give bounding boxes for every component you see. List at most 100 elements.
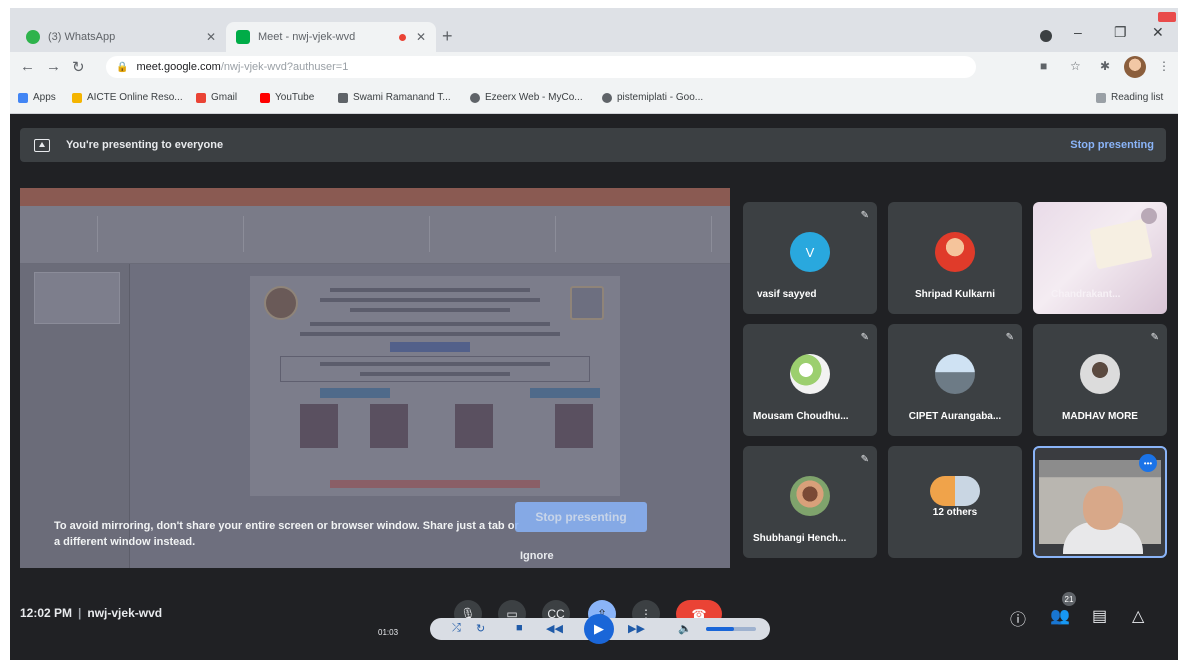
participant-tile[interactable]: Chandrakant... [1033, 202, 1167, 314]
tab-meet[interactable]: Meet - nwj-vjek-wvd ✕ [226, 22, 436, 52]
shuffle-icon[interactable]: ⤮ [452, 622, 461, 635]
bookmark-pistemiplati[interactable]: pistemiplati - Goo... [602, 92, 703, 103]
partner-logo [570, 286, 604, 320]
speaking-indicator-icon [1141, 208, 1157, 224]
others-tile[interactable]: 12 others [888, 446, 1022, 558]
fast-forward-icon[interactable]: ▶▶ [628, 622, 645, 635]
mic-off-icon: ✎ [860, 332, 869, 343]
forward-icon[interactable]: → [46, 58, 61, 75]
tab-label: (3) WhatsApp [48, 31, 116, 43]
menu-icon[interactable]: ⋮ [1158, 59, 1170, 73]
meeting-code: nwj-vjek-wvd [87, 606, 163, 620]
participant-tile[interactable]: Shripad Kulkarni [888, 202, 1022, 314]
avatar [935, 232, 975, 272]
globe-icon [470, 92, 480, 103]
bookmarks-bar: Apps AICTE Online Reso... Gmail YouTube … [10, 82, 1178, 114]
reading-list-button[interactable]: Reading list [1096, 92, 1163, 103]
avatar [1080, 354, 1120, 394]
stop-presenting-button[interactable]: Stop presenting [515, 502, 647, 532]
people-icon[interactable]: 👥 [1050, 606, 1070, 626]
bookmark-label: pistemiplati - Goo... [617, 92, 704, 103]
url-host: meet.google.com [136, 61, 221, 73]
bookmark-label: Swami Ramanand T... [353, 92, 451, 103]
participant-name: vasif sayyed [757, 289, 817, 300]
bookmark-label: Apps [33, 92, 56, 103]
url-path: /nwj-vjek-wvd?authuser=1 [220, 61, 349, 73]
participant-tile[interactable]: ✎ Mousam Choudhu... [743, 324, 877, 436]
institution-logo [264, 286, 298, 320]
whatsapp-icon [26, 30, 40, 44]
chat-icon[interactable]: ▤ [1092, 606, 1107, 626]
presentation-titlebar [20, 188, 730, 206]
bookmark-swami-ramanand[interactable]: Swami Ramanand T... [338, 92, 451, 103]
meet-window: You're presenting to everyone Stop prese… [10, 114, 1178, 660]
volume-level [706, 627, 734, 631]
maximize-icon[interactable]: ❐ [1114, 24, 1127, 41]
participant-tile[interactable]: ✎ Shubhangi Hench... [743, 446, 877, 558]
bookmark-label: Ezeerx Web - MyCo... [485, 92, 583, 103]
browser-toolbar: ← → ↻ 🔒 meet.google.com /nwj-vjek-wvd?au… [10, 52, 1178, 82]
profile-indicator-icon[interactable] [1040, 30, 1052, 42]
ignore-button[interactable]: Ignore [520, 550, 554, 562]
mic-off-icon: ✎ [1150, 332, 1159, 343]
back-icon[interactable]: ← [20, 58, 35, 75]
bookmark-apps[interactable]: Apps [18, 92, 56, 103]
people-count-badge: 21 [1062, 592, 1076, 606]
reload-icon[interactable]: ↻ [72, 58, 85, 76]
browser-window: (3) WhatsApp ✕ Meet - nwj-vjek-wvd ✕ + –… [10, 8, 1178, 114]
media-time: 01:03 [378, 628, 399, 637]
apps-icon [18, 92, 28, 103]
profile-avatar[interactable] [1124, 56, 1146, 78]
mic-off-icon: ✎ [860, 210, 869, 221]
more-options-icon[interactable]: ••• [1139, 454, 1157, 472]
participant-name: Chandrakant... [1051, 289, 1121, 300]
media-player-bar: ⤮ ↻ ■ ◀◀ ▶ ▶▶ 🔈 [430, 614, 770, 644]
bookmark-label: Gmail [211, 92, 238, 103]
meeting-info-icon[interactable]: ⓘ [1010, 606, 1026, 630]
participant-name: Shubhangi Hench... [753, 533, 847, 544]
participant-video [1089, 218, 1153, 270]
activities-icon[interactable]: △ [1132, 606, 1144, 626]
stop-presenting-link[interactable]: Stop presenting [1070, 139, 1154, 151]
participant-name: CIPET Aurangaba... [908, 411, 1002, 422]
close-icon[interactable]: ✕ [206, 30, 216, 44]
address-bar[interactable]: 🔒 meet.google.com /nwj-vjek-wvd?authuser… [106, 56, 976, 78]
participant-tile[interactable]: ✎ CIPET Aurangaba... [888, 324, 1022, 436]
participant-name: MADHAV MORE [1062, 411, 1138, 422]
tab-label: Meet - nwj-vjek-wvd [258, 31, 356, 43]
bookmark-gmail[interactable]: Gmail [196, 92, 237, 103]
gmail-icon [196, 92, 206, 103]
rewind-icon[interactable]: ◀◀ [546, 622, 563, 635]
slide-thumbnail [34, 272, 120, 324]
tab-whatsapp[interactable]: (3) WhatsApp ✕ [16, 22, 226, 52]
youtube-icon [260, 92, 270, 103]
extensions-icon[interactable]: ✱ [1100, 59, 1110, 73]
avatar: V [790, 232, 830, 272]
others-count: 12 others [932, 507, 978, 518]
participant-tile[interactable]: ✎ MADHAV MORE [1033, 324, 1167, 436]
camera-in-use-icon[interactable]: ■ [1040, 59, 1047, 73]
window-badge-icon [1158, 12, 1176, 22]
avatar [790, 476, 830, 516]
self-view-tile[interactable]: ••• [1033, 446, 1167, 558]
play-button[interactable]: ▶ [584, 614, 614, 644]
bookmark-aicte[interactable]: AICTE Online Reso... [72, 92, 183, 103]
volume-icon[interactable]: 🔈 [678, 622, 692, 635]
university-icon [338, 92, 348, 103]
bookmark-youtube[interactable]: YouTube [260, 92, 314, 103]
minimize-icon[interactable]: – [1074, 24, 1082, 40]
volume-slider[interactable] [706, 627, 756, 631]
window-close-icon[interactable]: ✕ [1152, 24, 1164, 41]
bookmark-star-icon[interactable]: ☆ [1070, 59, 1081, 73]
bookmark-ezeerx[interactable]: Ezeerx Web - MyCo... [470, 92, 583, 103]
repeat-icon[interactable]: ↻ [476, 622, 485, 635]
meeting-details[interactable]: 12:02 PM | nwj-vjek-wvd [20, 606, 162, 620]
slide-canvas [250, 276, 620, 496]
close-icon[interactable]: ✕ [416, 30, 426, 44]
stop-icon[interactable]: ■ [516, 622, 523, 634]
new-tab-button[interactable]: + [442, 26, 453, 47]
participant-tile[interactable]: ✎ V vasif sayyed [743, 202, 877, 314]
tab-strip: (3) WhatsApp ✕ Meet - nwj-vjek-wvd ✕ + –… [10, 8, 1178, 52]
avatar [935, 354, 975, 394]
meeting-time: 12:02 PM [20, 606, 73, 620]
